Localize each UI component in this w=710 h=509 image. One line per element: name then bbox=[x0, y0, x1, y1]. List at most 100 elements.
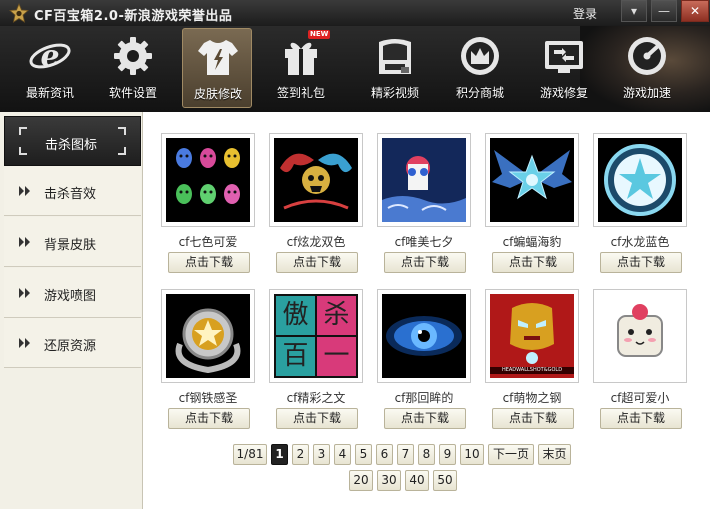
skin-thumbnail[interactable] bbox=[377, 289, 471, 383]
download-button[interactable]: 点击下载 bbox=[276, 252, 358, 273]
skin-name: cf水龙蓝色 bbox=[610, 235, 670, 249]
tool-label: 游戏加速 bbox=[622, 86, 671, 100]
sidebar-item-kill-icon[interactable]: 击杀图标 bbox=[4, 116, 141, 166]
accelerate-icon bbox=[628, 37, 666, 75]
skin-name: cf超可爱小 bbox=[610, 391, 670, 405]
sidebar-item-game-spray[interactable]: 游戏喷图 bbox=[4, 268, 141, 318]
page-button[interactable]: 10 bbox=[460, 444, 484, 465]
title-bar: CF百宝箱2.0-新浪游戏荣誉出品 登录 ▾ — ✕ bbox=[0, 0, 710, 26]
double-arrow-icon bbox=[19, 186, 30, 196]
page-button-current[interactable]: 1 bbox=[271, 444, 288, 465]
download-button[interactable]: 点击下载 bbox=[168, 408, 250, 429]
tool-label: 最新资讯 bbox=[25, 86, 74, 100]
tool-label: 皮肤修改 bbox=[193, 87, 242, 101]
skin-preview-image: HEADWALLSHOT&GOLD bbox=[490, 294, 574, 378]
page-button[interactable]: 9 bbox=[439, 444, 456, 465]
close-icon: ✕ bbox=[689, 4, 701, 18]
skin-name: cf精彩之文 bbox=[286, 391, 346, 405]
skin-thumbnail[interactable] bbox=[161, 289, 255, 383]
skin-preview-image bbox=[274, 138, 358, 222]
skin-card: cf七色可爱 点击下载 bbox=[161, 133, 257, 283]
page-size-button[interactable]: 50 bbox=[433, 470, 457, 491]
thumb-char: 百 bbox=[276, 337, 315, 376]
video-icon bbox=[379, 39, 411, 74]
login-link[interactable]: 登录 bbox=[573, 5, 597, 22]
skin-thumbnail[interactable] bbox=[593, 289, 687, 383]
skin-thumbnail[interactable]: HEADWALLSHOT&GOLD bbox=[485, 289, 579, 383]
sidebar-item-label: 击杀图标 bbox=[45, 138, 98, 153]
tool-label: 软件设置 bbox=[108, 86, 157, 100]
page-size-button[interactable]: 40 bbox=[405, 470, 429, 491]
page-button[interactable]: 6 bbox=[376, 444, 393, 465]
double-arrow-icon bbox=[19, 237, 30, 247]
skin-thumbnail[interactable]: 傲 杀 百 一 bbox=[269, 289, 363, 383]
skin-preview-image: 傲 杀 百 一 bbox=[274, 294, 358, 378]
skin-thumbnail[interactable] bbox=[485, 133, 579, 227]
sidebar-item-label: 背景皮肤 bbox=[44, 238, 97, 253]
download-button[interactable]: 点击下载 bbox=[276, 408, 358, 429]
skin-name: cf那回眸的 bbox=[394, 391, 454, 405]
new-badge: NEW bbox=[308, 30, 331, 39]
sidebar-item-background-skin[interactable]: 背景皮肤 bbox=[4, 217, 141, 267]
page-button[interactable]: 2 bbox=[292, 444, 309, 465]
skin-name: cf蝙蝠海豹 bbox=[502, 235, 562, 249]
download-button[interactable]: 点击下载 bbox=[384, 408, 466, 429]
skin-card: cf水龙蓝色 点击下载 bbox=[593, 133, 689, 283]
skin-card: 傲 杀 百 一 cf精彩之文 点击下载 bbox=[269, 289, 365, 439]
skin-grid-panel: cf七色可爱 点击下载 cf炫龙双色 点击下载 cf唯美七夕 点击下载 cf蝙蝠… bbox=[143, 112, 710, 509]
page-button[interactable]: 3 bbox=[313, 444, 330, 465]
tool-settings[interactable]: 软件设置 bbox=[98, 28, 168, 108]
shop-icon bbox=[461, 37, 499, 75]
page-button[interactable]: 4 bbox=[334, 444, 351, 465]
tool-skin-modify[interactable]: 皮肤修改 bbox=[182, 28, 252, 108]
skin-thumbnail[interactable] bbox=[377, 133, 471, 227]
page-size-button[interactable]: 30 bbox=[377, 470, 401, 491]
minimize-button[interactable]: — bbox=[651, 0, 677, 22]
tool-game-repair[interactable]: 游戏修复 bbox=[529, 28, 599, 108]
skin-card: cf钢铁感圣 点击下载 bbox=[161, 289, 257, 439]
gear-icon bbox=[114, 37, 152, 75]
skin-preview-image bbox=[382, 294, 466, 378]
sidebar-item-kill-sound[interactable]: 击杀音效 bbox=[4, 166, 141, 216]
next-page-button[interactable]: 下一页 bbox=[488, 444, 534, 465]
download-button[interactable]: 点击下载 bbox=[384, 252, 466, 273]
download-button[interactable]: 点击下载 bbox=[600, 408, 682, 429]
menu-button[interactable]: ▾ bbox=[621, 0, 647, 22]
page-button[interactable]: 8 bbox=[418, 444, 435, 465]
page-button[interactable]: 7 bbox=[397, 444, 414, 465]
skin-thumbnail[interactable] bbox=[269, 133, 363, 227]
close-button[interactable]: ✕ bbox=[681, 0, 709, 22]
download-button[interactable]: 点击下载 bbox=[492, 408, 574, 429]
gift-icon bbox=[285, 42, 317, 75]
tool-label: 游戏修复 bbox=[539, 86, 588, 100]
tool-videos[interactable]: 精彩视频 bbox=[360, 28, 430, 108]
skin-thumbnail[interactable] bbox=[593, 133, 687, 227]
thumb-char: 杀 bbox=[317, 296, 356, 335]
download-button[interactable]: 点击下载 bbox=[600, 252, 682, 273]
skin-card: cf超可爱小 点击下载 bbox=[593, 289, 689, 439]
tool-label: 精彩视频 bbox=[370, 86, 419, 100]
tool-label: 签到礼包 bbox=[276, 86, 325, 100]
page-button[interactable]: 5 bbox=[355, 444, 372, 465]
last-page-button[interactable]: 末页 bbox=[538, 444, 571, 465]
page-size-button[interactable]: 20 bbox=[349, 470, 373, 491]
tool-points-shop[interactable]: 积分商城 bbox=[445, 28, 515, 108]
tool-news[interactable]: e 最新资讯 bbox=[15, 28, 85, 108]
tool-game-accelerate[interactable]: 游戏加速 bbox=[612, 28, 682, 108]
ie-logo-icon: e bbox=[29, 39, 71, 74]
svg-text:e: e bbox=[40, 39, 59, 74]
thumb-char: 一 bbox=[317, 337, 356, 376]
tool-signin-gift[interactable]: NEW 签到礼包 bbox=[266, 28, 336, 108]
skin-thumbnail[interactable] bbox=[161, 133, 255, 227]
skin-preview-image bbox=[598, 138, 682, 222]
download-button[interactable]: 点击下载 bbox=[168, 252, 250, 273]
skin-name: cf萌物之钢 bbox=[502, 391, 562, 405]
skin-card: HEADWALLSHOT&GOLD cf萌物之钢 点击下载 bbox=[485, 289, 581, 439]
sidebar-item-restore-resources[interactable]: 还原资源 bbox=[4, 318, 141, 368]
category-sidebar: 击杀图标 击杀音效 背景皮肤 游戏喷图 还原资源 bbox=[0, 112, 143, 509]
skin-card: cf那回眸的 点击下载 bbox=[377, 289, 473, 439]
corner-mark bbox=[19, 127, 27, 135]
download-button[interactable]: 点击下载 bbox=[492, 252, 574, 273]
skin-name: cf钢铁感圣 bbox=[178, 391, 238, 405]
skin-preview-image bbox=[490, 138, 574, 222]
